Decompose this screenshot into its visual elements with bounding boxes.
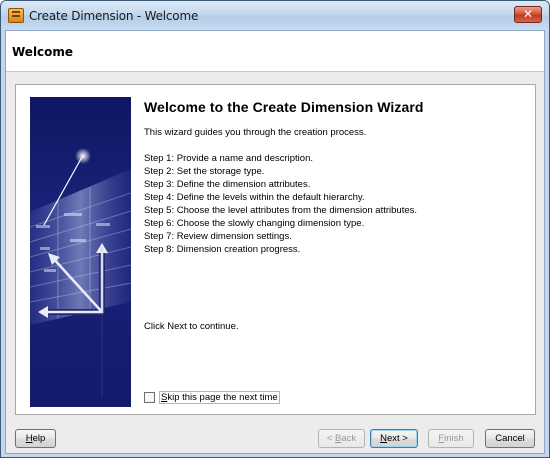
wizard-step: Step 3: Define the dimension attributes. bbox=[144, 179, 311, 190]
title-bar[interactable]: Create Dimension - Welcome ✕ bbox=[1, 1, 549, 30]
next-label-rest: ext > bbox=[387, 433, 408, 444]
wizard-banner-image bbox=[30, 97, 131, 407]
dialog-client-area: Welcome Welcome to the Create Dimension … bbox=[5, 30, 545, 454]
skip-page-label[interactable]: Skip this page the next time bbox=[159, 391, 280, 404]
wizard-description: This wizard guides you through the creat… bbox=[144, 127, 367, 138]
wizard-step: Step 6: Choose the slowly changing dimen… bbox=[144, 218, 365, 229]
next-button[interactable]: Next > bbox=[370, 429, 418, 448]
wizard-illustration-icon bbox=[30, 148, 131, 397]
wizard-steps-list: Step 1: Provide a name and description. … bbox=[144, 152, 524, 256]
skip-page-label-rest: kip this page the next time bbox=[167, 392, 278, 403]
window-title: Create Dimension - Welcome bbox=[29, 9, 199, 23]
skip-page-option[interactable]: Skip this page the next time bbox=[144, 391, 280, 404]
dialog-window: Create Dimension - Welcome ✕ Welcome Wel… bbox=[0, 0, 550, 458]
finish-button[interactable]: Finish bbox=[428, 429, 474, 448]
finish-label-rest: inish bbox=[444, 433, 464, 444]
app-icon bbox=[8, 8, 24, 23]
cancel-button[interactable]: Cancel bbox=[485, 429, 535, 448]
help-mnemonic: H bbox=[25, 433, 33, 444]
wizard-step: Step 4: Define the levels within the def… bbox=[144, 192, 365, 203]
continue-instruction: Click Next to continue. bbox=[144, 321, 239, 332]
page-title: Welcome bbox=[12, 45, 74, 59]
wizard-step: Step 8: Dimension creation progress. bbox=[144, 244, 301, 255]
wizard-panel: Welcome to the Create Dimension Wizard T… bbox=[15, 84, 536, 415]
wizard-step: Step 5: Choose the level attributes from… bbox=[144, 205, 418, 216]
wizard-step: Step 2: Set the storage type. bbox=[144, 166, 265, 177]
help-label-rest: elp bbox=[32, 433, 46, 444]
wizard-step: Step 1: Provide a name and description. bbox=[144, 153, 313, 164]
skip-page-checkbox[interactable] bbox=[144, 392, 155, 403]
back-label-rest: ack bbox=[341, 433, 357, 444]
page-header: Welcome bbox=[6, 31, 544, 72]
back-label-prefix: < bbox=[326, 433, 336, 444]
back-button[interactable]: < Back bbox=[318, 429, 365, 448]
wizard-title: Welcome to the Create Dimension Wizard bbox=[144, 99, 424, 115]
close-button[interactable]: ✕ bbox=[514, 6, 542, 23]
help-button[interactable]: Help bbox=[15, 429, 56, 448]
next-mnemonic: N bbox=[380, 433, 387, 444]
wizard-step: Step 7: Review dimension settings. bbox=[144, 231, 292, 242]
wizard-content: Welcome to the Create Dimension Wizard T… bbox=[144, 99, 524, 256]
